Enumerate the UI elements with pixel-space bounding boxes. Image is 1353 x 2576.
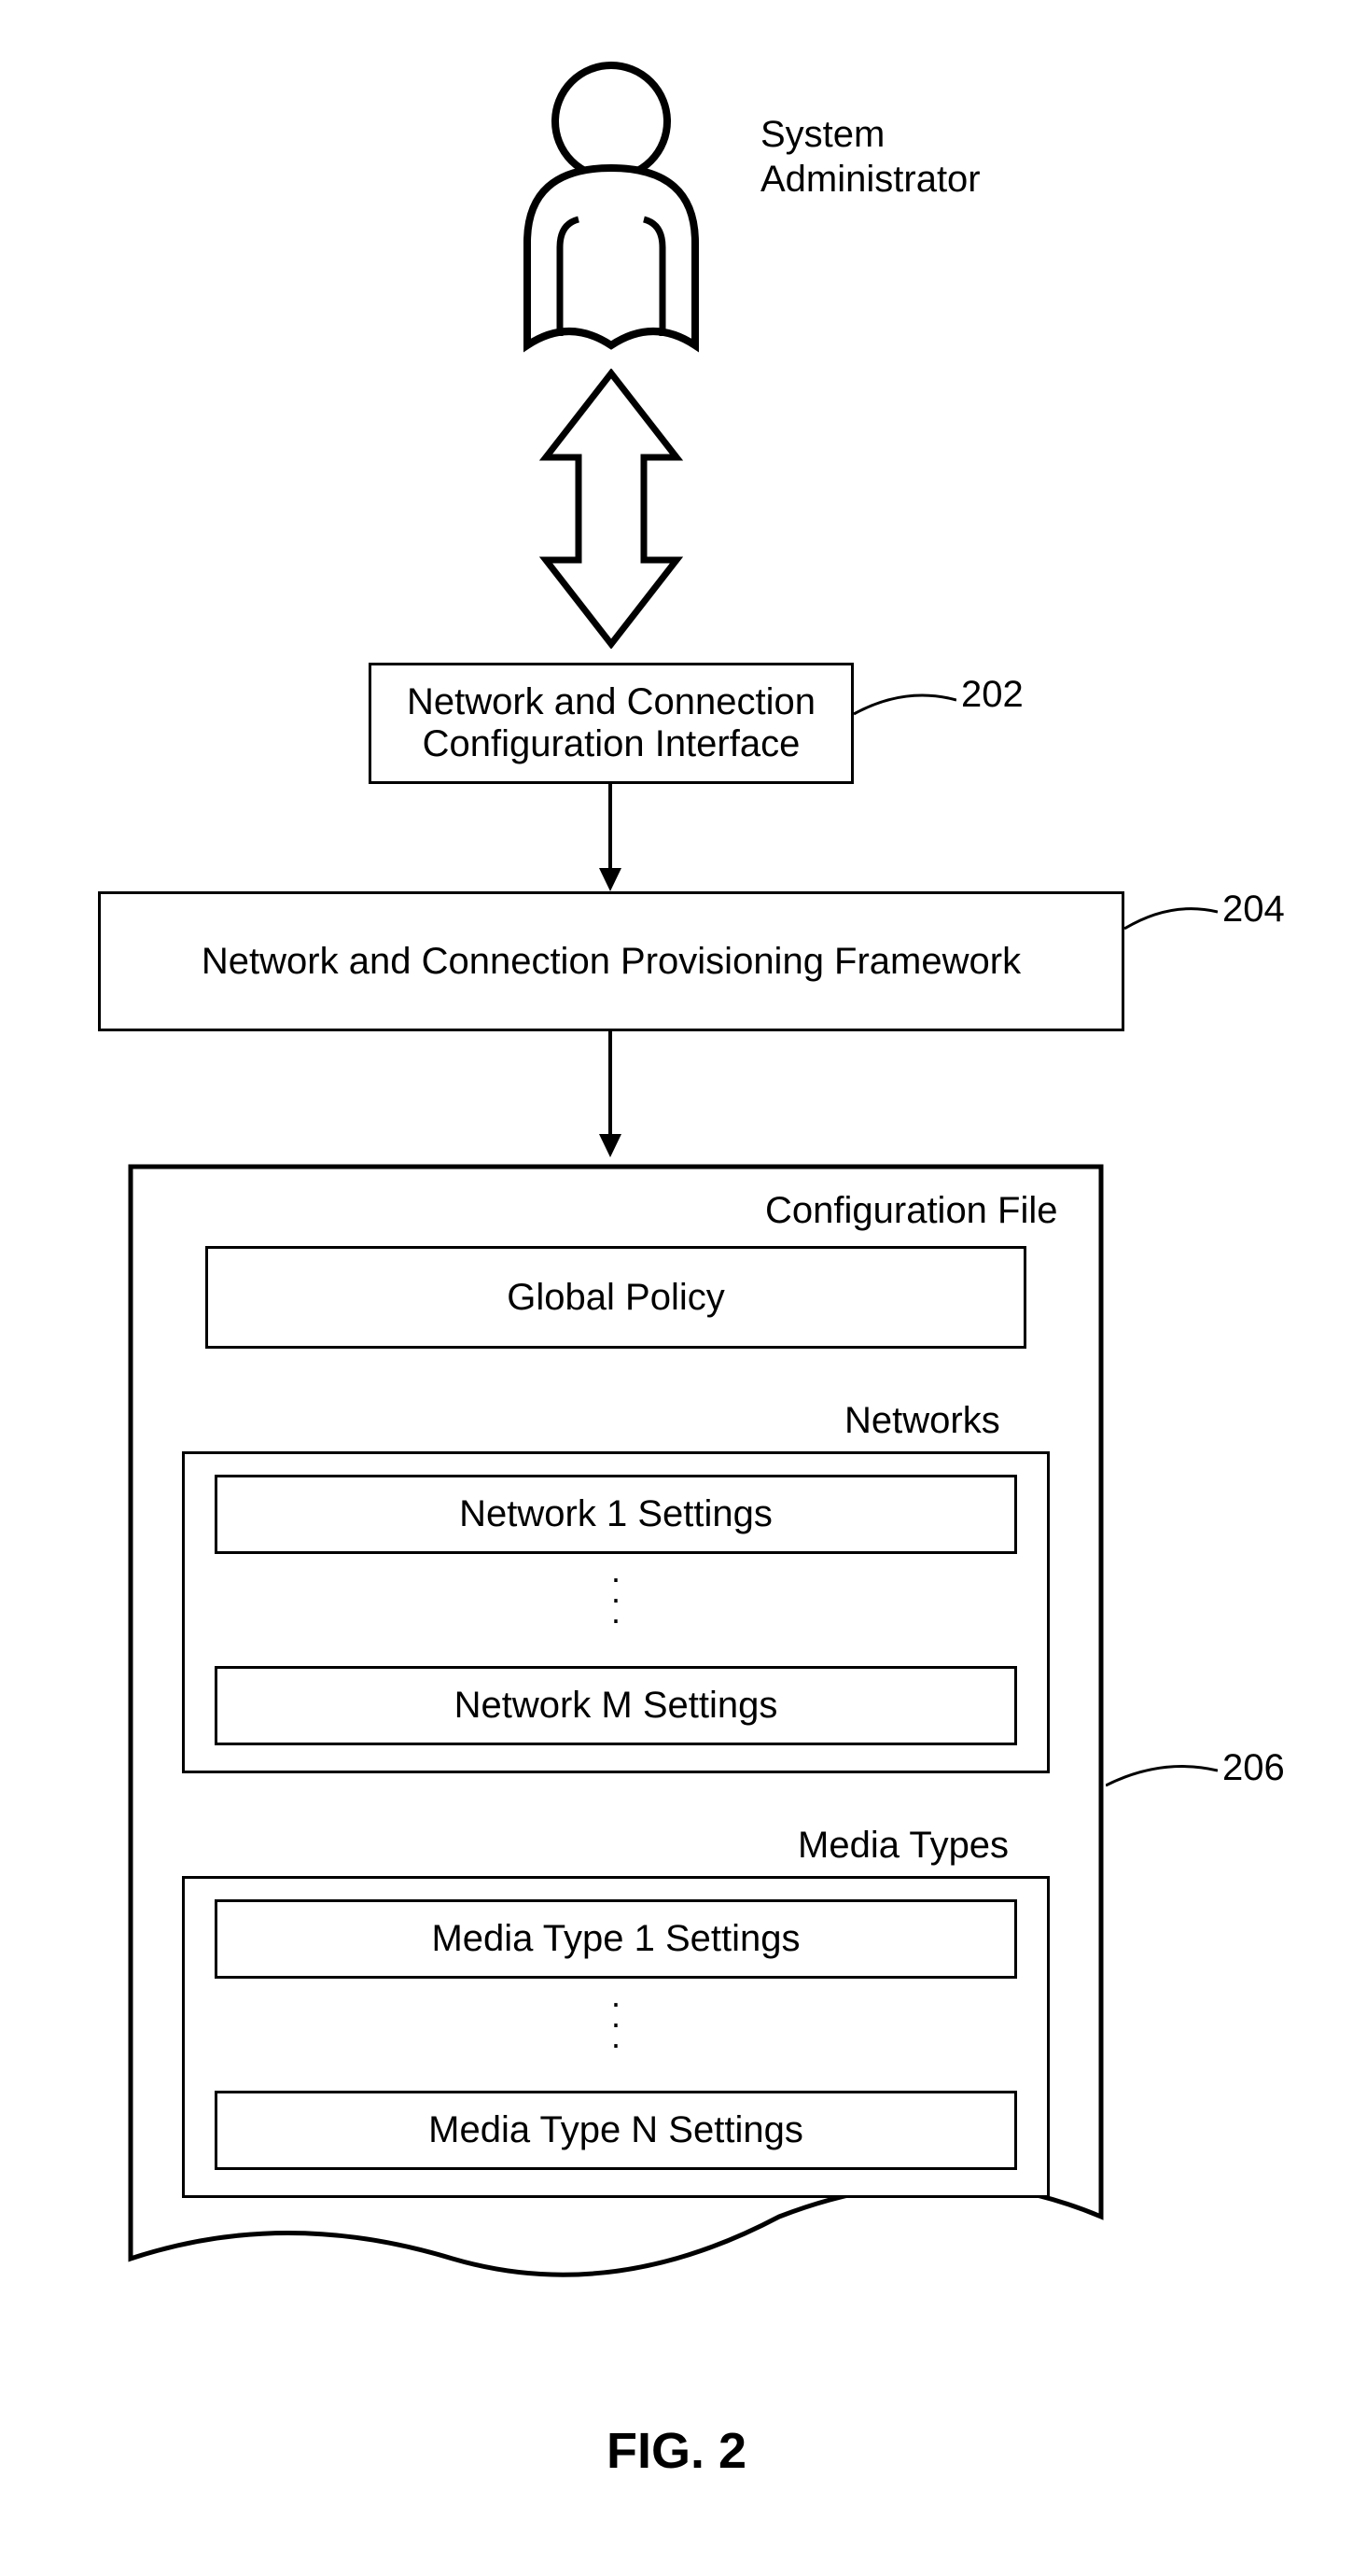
ref-204: 204 (1222, 887, 1285, 931)
bidirectional-arrow-icon (537, 369, 686, 649)
user-icon (495, 56, 728, 355)
figure-label: FIG. 2 (0, 2422, 1353, 2480)
actor-label: System Administrator (760, 112, 981, 202)
framework-box: Network and Connection Provisioning Fram… (98, 891, 1124, 1031)
ellipsis: ··· (182, 1993, 1050, 2054)
interface-box: Network and Connection Configuration Int… (369, 663, 854, 784)
arrow-down-icon (599, 1031, 621, 1157)
arrow-down-icon (599, 784, 621, 891)
global-policy-box: Global Policy (205, 1246, 1026, 1349)
media-last-box: Media Type N Settings (215, 2091, 1017, 2170)
network-last-box: Network M Settings (215, 1666, 1017, 1745)
media-first-box: Media Type 1 Settings (215, 1899, 1017, 1979)
ref-202: 202 (961, 672, 1024, 717)
network-first-box: Network 1 Settings (215, 1475, 1017, 1554)
ref-206: 206 (1222, 1745, 1285, 1790)
ellipsis: ··· (182, 1568, 1050, 1630)
media-types-title: Media Types (798, 1825, 1009, 1867)
leader-line (1106, 1757, 1218, 1799)
leader-line (854, 686, 956, 723)
leader-line (1124, 901, 1218, 938)
networks-title: Networks (844, 1400, 1000, 1442)
diagram: System Administrator Network and Connect… (0, 0, 1353, 2576)
config-file-title: Configuration File (765, 1190, 1058, 1232)
